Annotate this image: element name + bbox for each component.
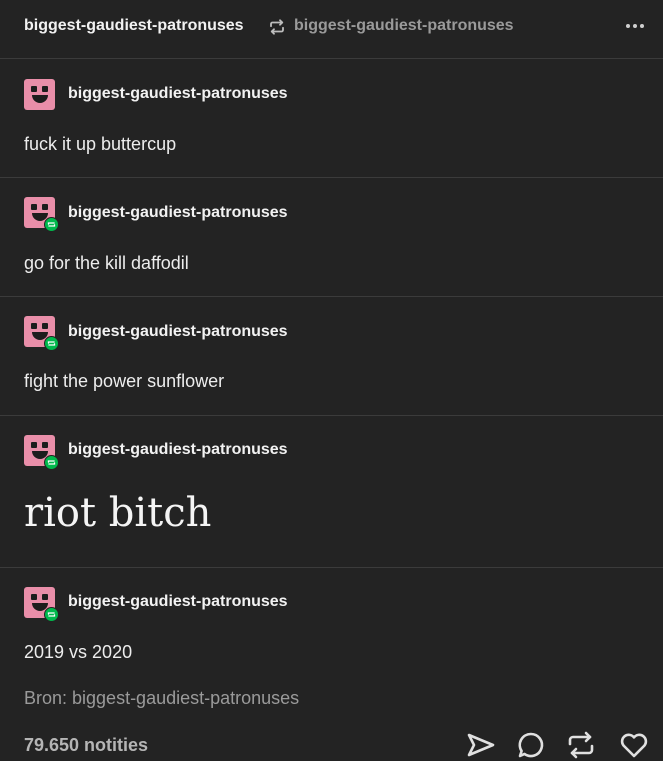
username-link[interactable]: biggest-gaudiest-patronuses <box>68 441 288 459</box>
source-link[interactable]: Bron: biggest-gaudiest-patronuses <box>24 688 299 709</box>
post-text: fuck it up buttercup <box>24 134 177 154</box>
reblog-icon[interactable] <box>566 730 596 760</box>
notes-count[interactable]: 79.650 notities <box>24 735 148 756</box>
post-heading-text: riot bitch <box>24 490 212 536</box>
reblog-badge-icon <box>44 217 59 232</box>
reblogged-from-link[interactable]: biggest-gaudiest-patronuses <box>294 17 514 35</box>
reblog-badge-icon <box>44 455 59 470</box>
post-header: biggest-gaudiest-patronuses biggest-gaud… <box>0 0 663 59</box>
reblog-icon <box>270 19 284 35</box>
like-icon[interactable] <box>619 730 649 760</box>
avatar[interactable] <box>24 79 55 110</box>
avatar[interactable] <box>24 197 59 232</box>
avatar[interactable] <box>24 435 59 470</box>
post-text: 2019 vs 2020 <box>24 642 133 662</box>
reblog-trail-item: biggest-gaudiest-patronuses riot bitch <box>0 416 663 568</box>
reblog-trail-item: biggest-gaudiest-patronuses go for the k… <box>0 178 663 297</box>
username-link[interactable]: biggest-gaudiest-patronuses <box>68 85 288 103</box>
reblog-badge-icon <box>44 607 59 622</box>
reblog-trail-item: biggest-gaudiest-patronuses fuck it up b… <box>0 59 663 178</box>
username-link[interactable]: biggest-gaudiest-patronuses <box>68 204 288 222</box>
reblog-badge-icon <box>44 336 59 351</box>
share-icon[interactable] <box>466 730 496 760</box>
post-text: go for the kill daffodil <box>24 253 189 273</box>
blog-name-link[interactable]: biggest-gaudiest-patronuses <box>24 17 244 35</box>
avatar[interactable] <box>24 316 59 351</box>
username-link[interactable]: biggest-gaudiest-patronuses <box>68 323 288 341</box>
reblog-trail-item: biggest-gaudiest-patronuses 2019 vs 2020 <box>0 568 663 678</box>
more-options-icon[interactable] <box>626 24 644 28</box>
reply-icon[interactable] <box>516 730 546 760</box>
avatar[interactable] <box>24 587 59 622</box>
reblog-trail-item: biggest-gaudiest-patronuses fight the po… <box>0 297 663 416</box>
post-text: fight the power sunflower <box>24 371 225 391</box>
username-link[interactable]: biggest-gaudiest-patronuses <box>68 593 288 611</box>
